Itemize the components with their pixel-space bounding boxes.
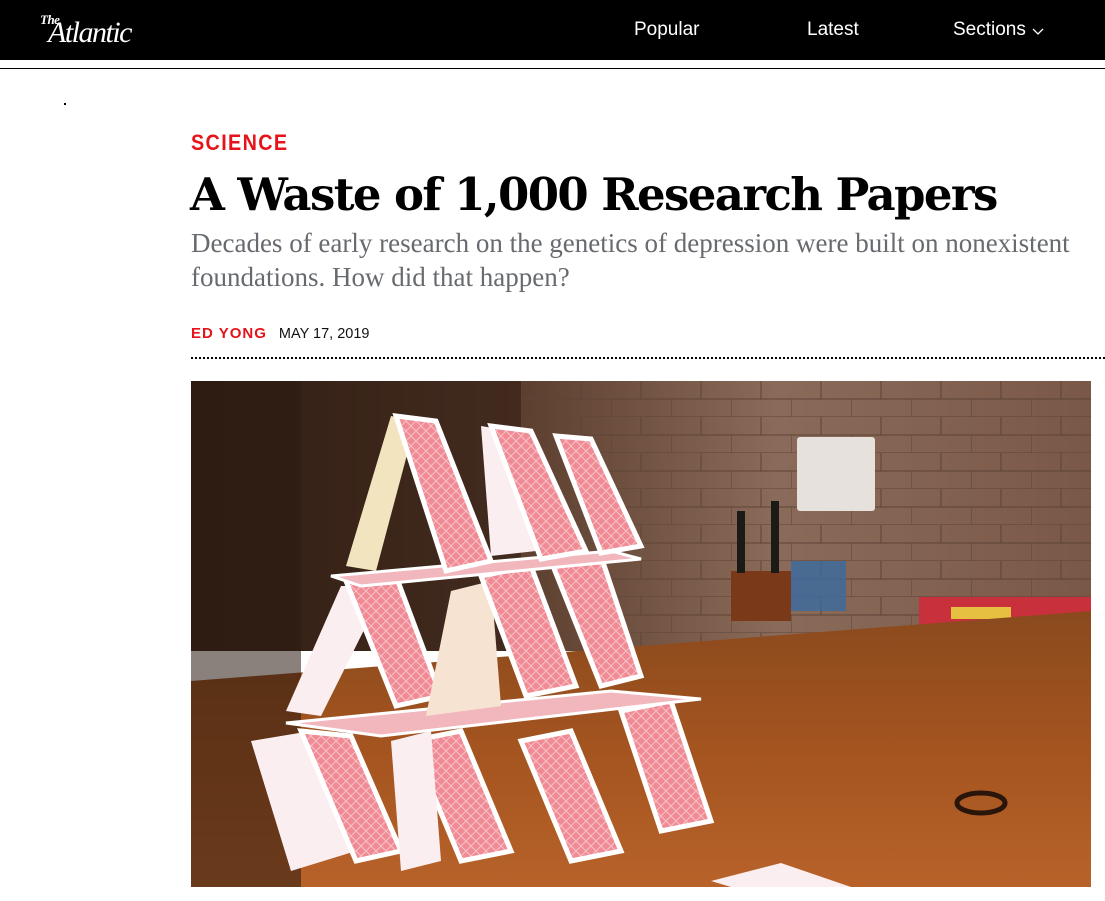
nav-sections[interactable]: Sections [953, 19, 1046, 41]
decorative-dot [64, 103, 66, 105]
nav-latest[interactable]: Latest [807, 19, 859, 41]
chevron-down-icon [1032, 28, 1044, 35]
byline-divider [191, 357, 1105, 359]
publish-date: MAY 17, 2019 [278, 326, 370, 342]
section-label[interactable]: SCIENCE [191, 130, 288, 156]
header-divider [0, 68, 1105, 69]
site-logo[interactable]: The Atlantic [40, 10, 140, 50]
house-of-cards-illustration [191, 381, 1091, 887]
hero-image [191, 381, 1091, 887]
nav-sections-label: Sections [953, 19, 1026, 40]
site-header: The Atlantic Popular Latest Sections [0, 0, 1105, 60]
byline: ED YONG MAY 17, 2019 [191, 325, 369, 342]
article-headline: A Waste of 1,000 Research Papers [190, 168, 998, 221]
author-link[interactable]: ED YONG [191, 325, 267, 342]
nav-popular[interactable]: Popular [634, 19, 700, 41]
logo-name: Atlantic [48, 16, 132, 49]
article-dek: Decades of early research on the genetic… [191, 228, 1070, 292]
